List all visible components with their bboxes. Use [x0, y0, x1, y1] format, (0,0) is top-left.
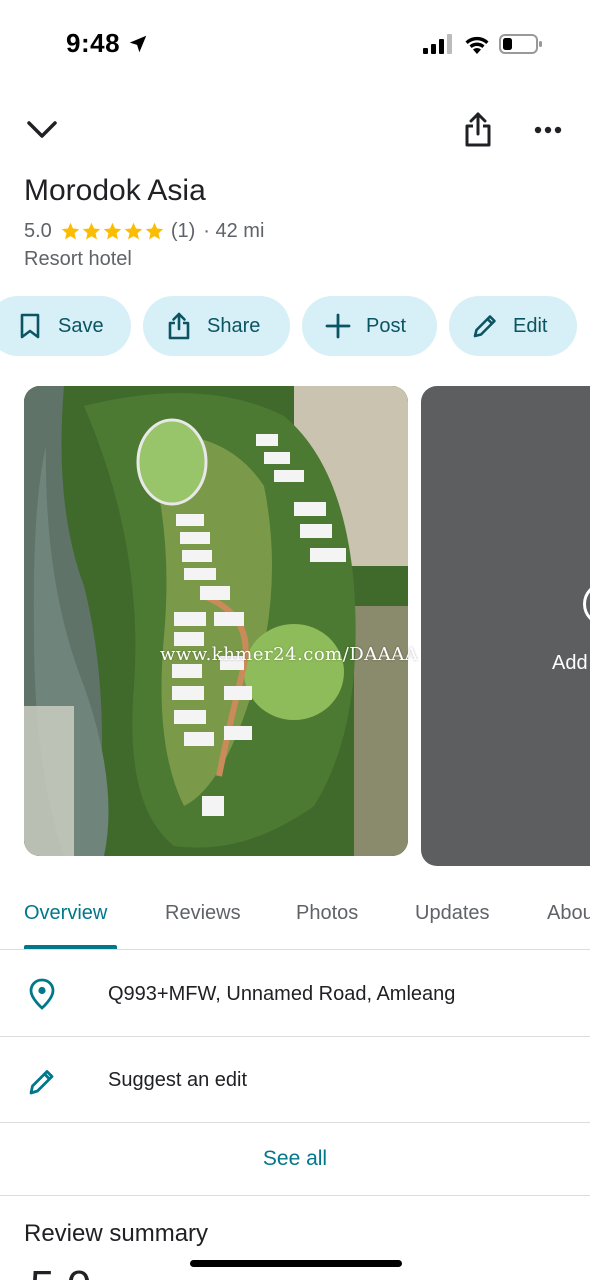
star-icon [124, 222, 143, 239]
cellular-signal-icon [423, 34, 452, 54]
rating-row[interactable]: 5.0 (1) · 42 mi [24, 218, 264, 244]
star-icon [82, 222, 101, 239]
tab-overview[interactable]: Overview [24, 902, 107, 925]
master-plan-image [24, 386, 408, 856]
post-button[interactable]: Post [302, 296, 437, 356]
location-arrow-icon [129, 35, 147, 53]
star-icon [103, 222, 122, 239]
share-icon [168, 312, 190, 340]
status-time: 9:48 [66, 28, 121, 58]
photo-watermark: www.khmer24.com/DAAAA [160, 644, 419, 665]
bookmark-icon [20, 313, 40, 339]
tab-bar: Overview Reviews Photos Updates About [0, 878, 590, 950]
place-category[interactable]: Resort hotel [24, 248, 132, 271]
tab-updates[interactable]: Updates [415, 902, 490, 925]
more-options-button[interactable] [526, 108, 570, 152]
star-rating [60, 221, 165, 242]
active-tab-indicator [24, 945, 117, 949]
star-icon [61, 222, 80, 239]
suggest-edit-text: Suggest an edit [108, 1069, 247, 1091]
share-icon [465, 112, 491, 147]
status-bar: 9:48 [0, 0, 590, 88]
post-label: Post [366, 314, 407, 337]
save-label: Save [58, 314, 104, 337]
tab-photos[interactable]: Photos [296, 902, 358, 925]
wifi-icon [465, 36, 489, 54]
share-button[interactable]: Share [143, 296, 290, 356]
place-photo[interactable] [24, 386, 408, 856]
distance: · 42 mi [203, 219, 265, 242]
add-photo-icon [583, 582, 590, 626]
share-label: Share [207, 314, 261, 337]
collapse-button[interactable] [20, 110, 64, 150]
top-bar [0, 100, 590, 160]
suggest-edit-row[interactable]: Suggest an edit [0, 1037, 590, 1123]
tab-about[interactable]: About [547, 902, 590, 925]
edit-button[interactable]: Edit [449, 296, 577, 356]
review-summary-score: 5.0 [30, 1262, 91, 1280]
save-button[interactable]: Save [0, 296, 131, 356]
review-summary-heading: Review summary [24, 1220, 209, 1247]
pencil-icon [473, 315, 496, 338]
place-title: Morodok Asia [24, 174, 206, 207]
tab-reviews[interactable]: Reviews [165, 902, 241, 925]
action-chips: Save Share Post Edit [0, 296, 590, 356]
edit-label: Edit [513, 314, 548, 337]
pencil-icon [29, 1070, 54, 1095]
plus-icon [325, 313, 351, 339]
rating-value: 5.0 [24, 219, 52, 242]
more-horizontal-icon [534, 126, 562, 134]
battery-icon [499, 34, 542, 54]
home-indicator[interactable] [190, 1260, 402, 1267]
see-all-row: See all [0, 1122, 590, 1196]
review-count: (1) [170, 219, 196, 242]
star-icon [145, 222, 164, 239]
add-photo-label: Add [552, 652, 588, 674]
share-top-button[interactable] [456, 108, 500, 152]
address-row[interactable]: Q993+MFW, Unnamed Road, Amleang [0, 951, 590, 1037]
add-photo-card[interactable]: Add [421, 386, 590, 866]
location-pin-icon [29, 978, 55, 1010]
see-all-link[interactable]: See all [0, 1147, 590, 1171]
address-text: Q993+MFW, Unnamed Road, Amleang [108, 983, 456, 1005]
chevron-down-icon [27, 121, 57, 138]
